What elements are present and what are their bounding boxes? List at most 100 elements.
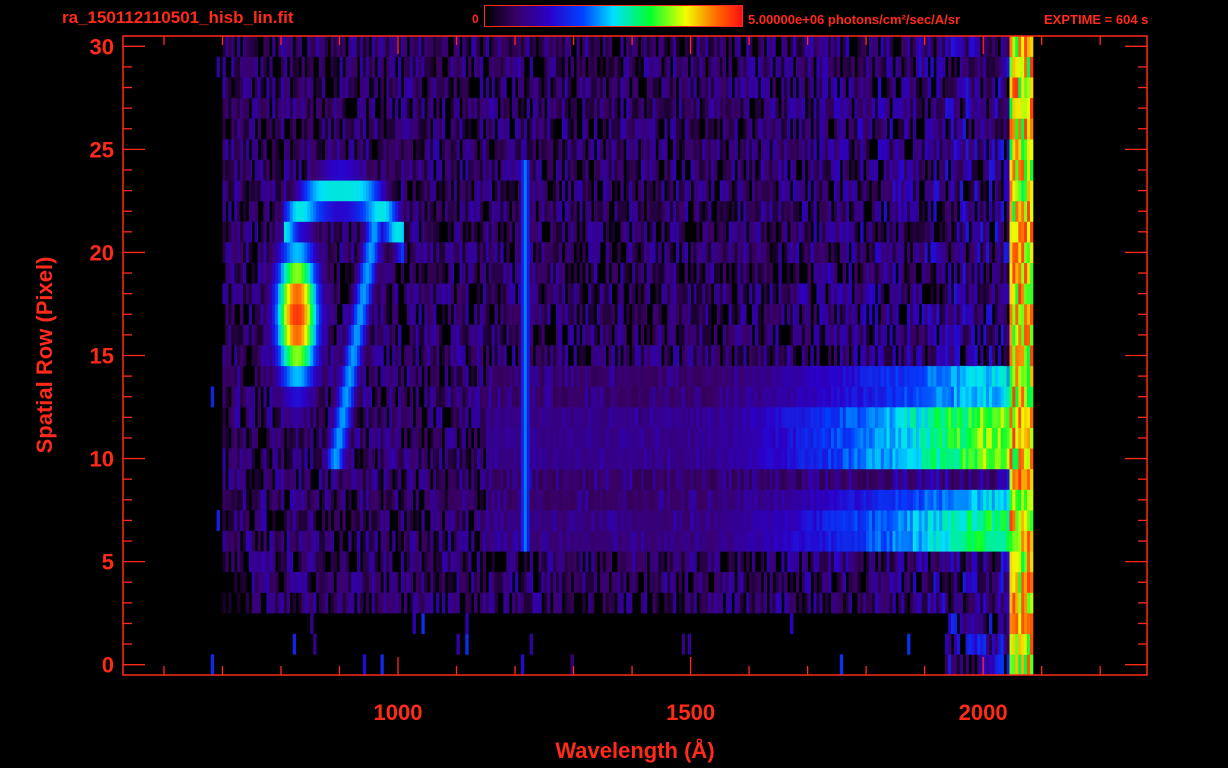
heat-cell (518, 468, 522, 490)
heat-cell (795, 510, 800, 531)
heat-cell (1024, 510, 1028, 531)
heat-cell (918, 530, 923, 552)
heat-cell (819, 468, 823, 490)
heat-cell (553, 427, 557, 449)
heat-cell (898, 283, 902, 305)
heat-cell (1024, 407, 1028, 428)
heat-cell (787, 510, 791, 531)
heat-cell (658, 468, 662, 490)
heat-cell (635, 448, 639, 470)
heat-cell (231, 407, 235, 428)
heat-cell (281, 551, 285, 573)
heat-cell (851, 530, 855, 552)
heat-cell (310, 510, 314, 531)
heat-cell (257, 262, 261, 284)
heat-cell (304, 468, 308, 490)
heat-cell (561, 427, 566, 449)
heat-cell (348, 592, 352, 614)
heat-cell (354, 221, 358, 243)
heat-cell (1024, 530, 1028, 552)
heat-cell (248, 427, 253, 449)
heat-cell (673, 365, 677, 387)
heat-cell (904, 530, 908, 552)
heat-cell (728, 365, 732, 387)
heat-cell (591, 386, 595, 408)
heat-cell (339, 571, 343, 593)
heat-cell (243, 489, 247, 511)
heat-cell (400, 510, 405, 531)
heat-cell (474, 200, 478, 222)
heat-cell (307, 510, 311, 531)
heat-cell (465, 489, 469, 511)
heat-cell (433, 242, 437, 263)
heat-cell (245, 283, 250, 305)
heat-cell (836, 530, 841, 552)
heat-cell (453, 510, 457, 531)
heat-cell (810, 345, 814, 367)
heat-cell (292, 365, 296, 387)
heat-cell (696, 324, 700, 346)
heat-cell (953, 489, 958, 511)
heat-cell (989, 613, 993, 635)
heat-cell (866, 551, 870, 573)
heat-cell (629, 365, 633, 387)
heat-cell (415, 324, 419, 346)
heat-cell (1027, 365, 1031, 387)
heat-cell (594, 510, 598, 531)
heat-cell (912, 592, 917, 614)
heat-cell (974, 530, 978, 552)
heat-cell (532, 448, 536, 470)
heat-cell (904, 592, 908, 614)
heat-cell (228, 489, 232, 511)
heat-cell (696, 407, 700, 428)
heat-cell (1027, 221, 1031, 243)
heat-cell (251, 283, 255, 305)
heat-cell (945, 304, 949, 325)
heat-cell (257, 592, 261, 614)
heat-cell (415, 283, 419, 305)
heat-cell (646, 324, 650, 346)
heat-cell (526, 180, 530, 202)
heat-cell (670, 221, 674, 243)
heat-cell (746, 468, 750, 490)
heat-cell (912, 221, 917, 243)
heat-cell (1015, 221, 1019, 243)
heat-cell (506, 221, 510, 243)
heat-cell (757, 468, 762, 490)
heat-cell (664, 510, 668, 531)
heat-cell (482, 571, 487, 593)
heat-cell (281, 386, 285, 408)
heat-cell (324, 365, 329, 387)
heat-cell (860, 386, 864, 408)
heat-cell (278, 530, 282, 552)
heat-cell (842, 324, 846, 346)
heat-cell (816, 345, 820, 367)
heat-cell (462, 427, 466, 449)
heat-cell (910, 448, 914, 470)
heat-cell (515, 221, 519, 243)
heat-cell (234, 283, 238, 305)
heat-cell (520, 592, 525, 614)
heat-cell (389, 571, 393, 593)
heat-cell (1024, 613, 1028, 635)
heat-cell (444, 427, 449, 449)
heat-cell (538, 571, 542, 593)
heat-cell (345, 551, 349, 573)
heat-cell (573, 262, 577, 284)
heat-cell (298, 407, 302, 428)
heat-cell (368, 221, 373, 243)
heat-cell (468, 427, 472, 449)
heat-cell (872, 262, 876, 284)
heat-cell (766, 304, 770, 325)
heat-cell (676, 200, 680, 222)
heat-cell (866, 345, 870, 367)
heat-cell (986, 324, 990, 346)
heat-cell (851, 571, 855, 593)
heat-cell (453, 345, 457, 367)
heat-cell (558, 510, 563, 531)
heat-cell (734, 386, 738, 408)
heat-cell (930, 427, 934, 449)
heat-cell (965, 510, 969, 531)
heat-cell (983, 386, 987, 408)
heat-cell (310, 407, 314, 428)
